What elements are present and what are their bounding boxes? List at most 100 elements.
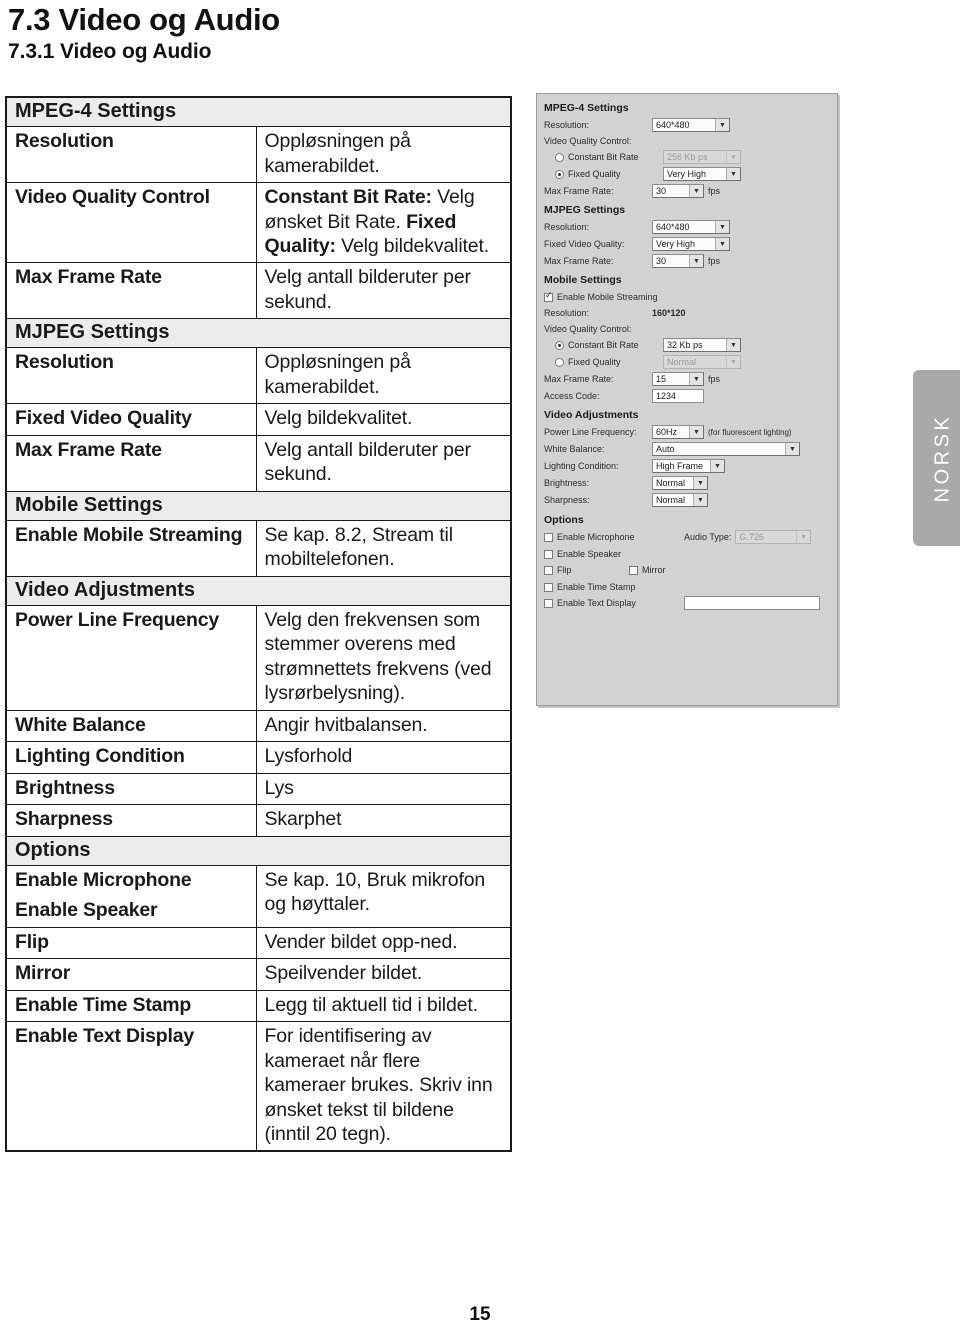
mobile-mfr-select[interactable]: 15 ▼ <box>652 372 704 386</box>
mpeg4-resolution-value: 640*480 <box>656 120 690 130</box>
section-label: MJPEG Settings <box>5 318 512 349</box>
row-key: Enable Text Display <box>5 1021 257 1152</box>
table-row: Flip Vender bildet opp-ned. <box>5 926 512 960</box>
row-value: Velg den frekvensen som stemmer overens … <box>255 604 512 711</box>
mirror-label: Mirror <box>642 565 666 575</box>
row-key: Enable Speaker <box>5 896 257 928</box>
mobile-access-input[interactable]: 1234 <box>652 389 704 403</box>
mjpeg-resolution-row: Resolution: 640*480 ▼ <box>544 219 830 235</box>
row-key: Lighting Condition <box>5 741 257 774</box>
table-row: Enable Mobile Streaming Se kap. 8.2, Str… <box>5 519 512 577</box>
row-value: Skarphet <box>255 804 512 837</box>
mpeg4-fq-select[interactable]: Very High ▼ <box>663 167 741 181</box>
mpeg4-mfr-select[interactable]: 30 ▼ <box>652 184 704 198</box>
table-row: Video Quality Control Constant Bit Rate:… <box>5 182 512 264</box>
brightness-select[interactable]: Normal ▼ <box>652 476 708 490</box>
row-key: Max Frame Rate <box>5 434 257 492</box>
mjpeg-mfr-label: Max Frame Rate: <box>544 256 614 266</box>
sharpness-label: Sharpness: <box>544 495 590 505</box>
flip-mirror-row: Flip Mirror <box>544 562 830 578</box>
mobile-cbr-select[interactable]: 32 Kb ps ▼ <box>663 338 741 352</box>
row-key: Mirror <box>5 958 257 991</box>
mic-label: Enable Microphone <box>557 532 635 542</box>
videoadj-section-title: Video Adjustments <box>544 409 639 421</box>
section-label: MPEG-4 Settings <box>5 96 512 128</box>
table-row: Enable Time Stamp Legg til aktuell tid i… <box>5 989 512 1023</box>
chevron-down-icon: ▼ <box>693 477 707 489</box>
table-row: Enable Text Display For identifisering a… <box>5 1021 512 1152</box>
row-value: Lys <box>255 772 512 806</box>
mpeg4-fq-option[interactable]: Fixed Quality <box>544 169 663 179</box>
sharpness-select[interactable]: Normal ▼ <box>652 493 708 507</box>
speaker-label: Enable Speaker <box>557 549 622 559</box>
row-key: Max Frame Rate <box>5 262 257 320</box>
checkbox-icon <box>544 582 553 592</box>
mobile-section-title: Mobile Settings <box>544 274 622 286</box>
options-section-title: Options <box>544 514 584 526</box>
row-value: Se kap. 8.2, Stream til mobiltelefonen. <box>255 519 512 577</box>
row-key: White Balance <box>5 709 257 743</box>
radio-icon <box>555 340 564 350</box>
textdisplay-input[interactable] <box>684 596 820 610</box>
mobile-enable-row[interactable]: Enable Mobile Streaming <box>544 289 830 305</box>
table-row: Enable Microphone Se kap. 10, Bruk mikro… <box>5 864 512 928</box>
mpeg4-resolution-row: Resolution: 640*480 ▼ <box>544 117 830 133</box>
mpeg4-cbr-select[interactable]: 256 Kb ps ▼ <box>663 150 741 164</box>
mjpeg-fvq-select[interactable]: Very High ▼ <box>652 237 730 251</box>
row-value: Angir hvitbalansen. <box>255 709 512 743</box>
table-row: Max Frame Rate Velg antall bilderuter pe… <box>5 434 512 492</box>
mirror-option[interactable]: Mirror <box>629 565 666 575</box>
mobile-fps-unit: fps <box>708 374 721 384</box>
mjpeg-mfr-select[interactable]: 30 ▼ <box>652 254 704 268</box>
mobile-fq-row: Fixed Quality Normal ▼ <box>544 354 830 370</box>
mobile-fq-option[interactable]: Fixed Quality <box>544 357 663 367</box>
section-label: Video Adjustments <box>5 575 512 606</box>
mpeg4-fq-label: Fixed Quality <box>568 169 621 179</box>
chevron-down-icon: ▼ <box>689 185 703 197</box>
radio-icon <box>555 169 564 179</box>
chevron-down-icon: ▼ <box>785 443 799 455</box>
row-key: Enable Mobile Streaming <box>5 519 257 577</box>
page-subtitle: 7.3.1 Video og Audio <box>8 40 212 63</box>
mobile-fq-select[interactable]: Normal ▼ <box>663 355 741 369</box>
section-label: Options <box>5 835 512 866</box>
speaker-row[interactable]: Enable Speaker <box>544 546 830 562</box>
row-value: Velg antall bilderuter per sekund. <box>255 434 512 492</box>
mobile-cbr-value: 32 Kb ps <box>667 340 703 350</box>
brightness-label: Brightness: <box>544 478 590 488</box>
timestamp-row[interactable]: Enable Time Stamp <box>544 579 830 595</box>
wb-select[interactable]: Auto ▼ <box>652 442 800 456</box>
mic-option[interactable]: Enable Microphone <box>544 532 684 542</box>
mjpeg-mfr-row: Max Frame Rate: 30 ▼ fps <box>544 253 830 269</box>
audio-type-select[interactable]: G.726 ▼ <box>735 530 812 544</box>
chevron-down-icon: ▼ <box>715 238 729 250</box>
lc-select[interactable]: High Frame ▼ <box>652 459 725 473</box>
row-value: Se kap. 10, Bruk mikrofon og høyttaler. <box>255 864 512 928</box>
plf-row: Power Line Frequency: 60Hz ▼ (for fluore… <box>544 424 830 440</box>
mobile-cbr-option[interactable]: Constant Bit Rate <box>544 340 663 350</box>
textdisplay-option[interactable]: Enable Text Display <box>544 598 684 608</box>
mpeg4-cbr-option[interactable]: Constant Bit Rate <box>544 152 663 162</box>
radio-icon <box>555 152 564 162</box>
wb-row: White Balance: Auto ▼ <box>544 441 830 457</box>
row-key: Power Line Frequency <box>5 604 257 711</box>
flip-label: Flip <box>557 565 572 575</box>
mjpeg-resolution-select[interactable]: 640*480 ▼ <box>652 220 730 234</box>
mpeg4-vqc-label: Video Quality Control: <box>544 136 632 146</box>
checkbox-icon <box>544 549 553 559</box>
table-row: White Balance Angir hvitbalansen. <box>5 709 512 743</box>
mobile-resolution-row: Resolution: 160*120 <box>544 305 830 321</box>
row-value: Vender bildet opp-ned. <box>255 926 512 960</box>
mjpeg-section-title: MJPEG Settings <box>544 204 626 216</box>
plf-select[interactable]: 60Hz ▼ <box>652 425 704 439</box>
mpeg4-resolution-select[interactable]: 640*480 ▼ <box>652 118 730 132</box>
mjpeg-mfr-value: 30 <box>656 256 667 266</box>
mobile-resolution-value: 160*120 <box>652 308 686 318</box>
value-text-2: Velg bildekvalitet. <box>335 234 490 257</box>
plf-note: (for fluorescent lighting) <box>708 427 792 437</box>
mobile-vqc-row: Video Quality Control: <box>544 322 830 336</box>
language-side-tab: NORSK <box>913 370 960 546</box>
row-key: Fixed Video Quality <box>5 403 257 436</box>
flip-option[interactable]: Flip <box>544 565 629 575</box>
chevron-down-icon: ▼ <box>715 221 729 233</box>
